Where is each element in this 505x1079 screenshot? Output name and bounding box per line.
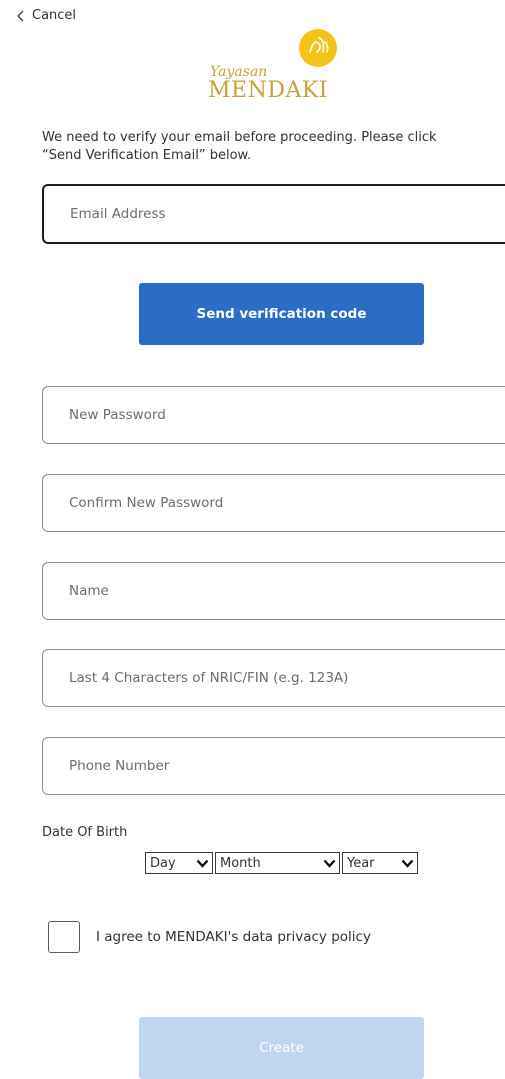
nric-input[interactable] (42, 649, 505, 707)
dob-month-value: Month (220, 855, 261, 871)
dob-day-select[interactable]: Day (145, 852, 213, 874)
dob-month-select[interactable]: Month (215, 852, 340, 874)
chevron-down-icon (323, 859, 336, 868)
cancel-link[interactable]: Cancel (16, 8, 76, 23)
verify-instructions-line2: “Send Verification Email” below. (42, 148, 252, 163)
confirm-password-input[interactable] (42, 474, 505, 532)
date-of-birth-label: Date Of Birth (42, 825, 128, 840)
privacy-agreement: I agree to MENDAKI's data privacy policy (48, 921, 371, 953)
cancel-label: Cancel (32, 8, 77, 23)
verify-instructions: We need to verify your email before proc… (42, 129, 505, 165)
chevron-down-icon (196, 859, 209, 868)
new-password-input[interactable] (42, 386, 505, 444)
privacy-policy-label: I agree to MENDAKI's data privacy policy (96, 929, 371, 945)
dob-day-value: Day (150, 855, 176, 871)
logo-brand-text: MENDAKI (208, 78, 328, 103)
email-input[interactable] (42, 184, 505, 244)
chevron-down-icon (401, 859, 414, 868)
send-verification-code-button[interactable]: Send verification code (139, 283, 424, 345)
privacy-policy-checkbox[interactable] (48, 921, 80, 953)
create-button[interactable]: Create (139, 1017, 424, 1079)
name-input[interactable] (42, 562, 505, 620)
date-of-birth-selects: Day Month Year (145, 852, 418, 874)
verify-instructions-line1: We need to verify your email before proc… (42, 130, 437, 145)
logo-emblem (299, 29, 337, 67)
chevron-left-icon (17, 10, 24, 21)
dob-year-select[interactable]: Year (342, 852, 418, 874)
phone-number-input[interactable] (42, 737, 505, 795)
mendaki-logo: Yayasan MENDAKI (208, 29, 337, 103)
dob-year-value: Year (347, 855, 375, 871)
